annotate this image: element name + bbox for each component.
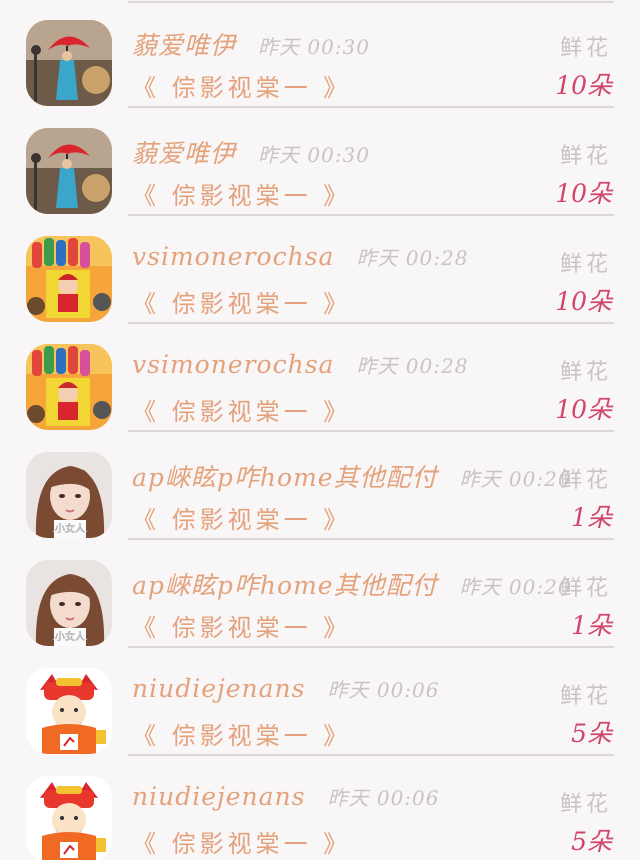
gift-list-item[interactable]: vsimonerochsa 昨天 00:28 鲜花 《 倧影视棠一 》 10朵 [0,324,640,432]
gift-type-label: 鲜花 [559,144,612,169]
avatar[interactable] [26,236,112,322]
avatar[interactable]: .小女人. [26,452,112,538]
timestamp: 昨天 00:20 [459,575,572,599]
gift-list-item[interactable]: niudiejenans 昨天 00:06 鲜花 《 倧影视棠一 》 5朵 [0,648,640,756]
gift-list-item[interactable]: .小女人. ap崍眩p咋home其他配付 昨天 00:20 鲜花 《 倧影视棠一… [0,540,640,648]
gift-type-label: 鲜花 [559,468,612,493]
gift-target-title[interactable]: 《 倧影视棠一 》 [132,68,351,103]
gift-type-label: 鲜花 [559,684,612,709]
user-name[interactable]: vsimonerochsa [132,350,334,379]
svg-text:.小女人.: .小女人. [52,522,88,535]
gift-target-title[interactable]: 《 倧影视棠一 》 [132,176,351,211]
avatar[interactable] [26,128,112,214]
girl-portrait-photo-icon: .小女人. [26,560,112,646]
girl-red-umbrella-painting-icon [26,128,112,214]
girl-red-umbrella-painting-icon [26,20,112,106]
user-name[interactable]: ap崍眩p咋home其他配付 [132,458,438,494]
gift-type-label: 鲜花 [559,252,612,277]
cartoon-god-of-wealth-icon [26,668,112,754]
gift-type-label: 鲜花 [559,36,612,61]
user-name[interactable]: 藐爱唯伊 [132,134,236,170]
gift-count: 1朵 [571,503,612,532]
gift-count: 5朵 [571,719,612,748]
gift-type-label: 鲜花 [559,792,612,817]
cartoon-god-of-wealth-icon [26,776,112,860]
user-name[interactable]: vsimonerochsa [132,242,334,271]
timestamp: 昨天 00:06 [327,786,440,810]
girl-portrait-photo-icon: .小女人. [26,452,112,538]
timestamp: 昨天 00:06 [327,678,440,702]
cartoon-fortune-god-figures-icon [26,344,112,430]
gift-list-item[interactable]: .小女人. ap崍眩p咋home其他配付 昨天 00:20 鲜花 《 倧影视棠一… [0,432,640,540]
gift-target-title[interactable]: 《 倧影视棠一 》 [132,716,351,751]
gift-list: 藐爱唯伊 昨天 00:30 鲜花 《 倧影视棠一 》 10朵 藐爱唯伊 昨天 0… [0,0,640,860]
gift-type-label: 鲜花 [559,576,612,601]
user-name[interactable]: niudiejenans [132,782,305,811]
timestamp: 昨天 00:20 [459,467,572,491]
gift-target-title[interactable]: 《 倧影视棠一 》 [132,392,351,427]
avatar[interactable] [26,668,112,754]
avatar[interactable]: .小女人. [26,560,112,646]
gift-list-item[interactable]: 藐爱唯伊 昨天 00:30 鲜花 《 倧影视棠一 》 10朵 [0,108,640,216]
user-name[interactable]: ap崍眩p咋home其他配付 [132,566,438,602]
gift-target-title[interactable]: 《 倧影视棠一 》 [132,824,351,859]
gift-count: 10朵 [555,287,612,316]
timestamp: 昨天 00:30 [258,143,371,167]
gift-count: 10朵 [555,395,612,424]
timestamp: 昨天 00:30 [258,35,371,59]
timestamp: 昨天 00:28 [356,246,469,270]
cartoon-fortune-god-figures-icon [26,236,112,322]
gift-type-label: 鲜花 [559,360,612,385]
gift-list-item[interactable]: niudiejenans 昨天 00:06 鲜花 《 倧影视棠一 》 5朵 [0,756,640,860]
gift-record-screen: 藐爱唯伊 昨天 00:30 鲜花 《 倧影视棠一 》 10朵 藐爱唯伊 昨天 0… [0,0,640,860]
avatar[interactable] [26,776,112,860]
gift-count: 1朵 [571,611,612,640]
gift-count: 10朵 [555,71,612,100]
gift-target-title[interactable]: 《 倧影视棠一 》 [132,284,351,319]
avatar[interactable] [26,344,112,430]
gift-target-title[interactable]: 《 倧影视棠一 》 [132,608,351,643]
gift-list-item[interactable]: 藐爱唯伊 昨天 00:30 鲜花 《 倧影视棠一 》 10朵 [0,0,640,108]
gift-count: 10朵 [555,179,612,208]
svg-text:.小女人.: .小女人. [52,630,88,643]
user-name[interactable]: 藐爱唯伊 [132,26,236,62]
avatar[interactable] [26,20,112,106]
gift-list-item[interactable]: vsimonerochsa 昨天 00:28 鲜花 《 倧影视棠一 》 10朵 [0,216,640,324]
gift-count: 5朵 [571,827,612,856]
user-name[interactable]: niudiejenans [132,674,305,703]
timestamp: 昨天 00:28 [356,354,469,378]
gift-target-title[interactable]: 《 倧影视棠一 》 [132,500,351,535]
